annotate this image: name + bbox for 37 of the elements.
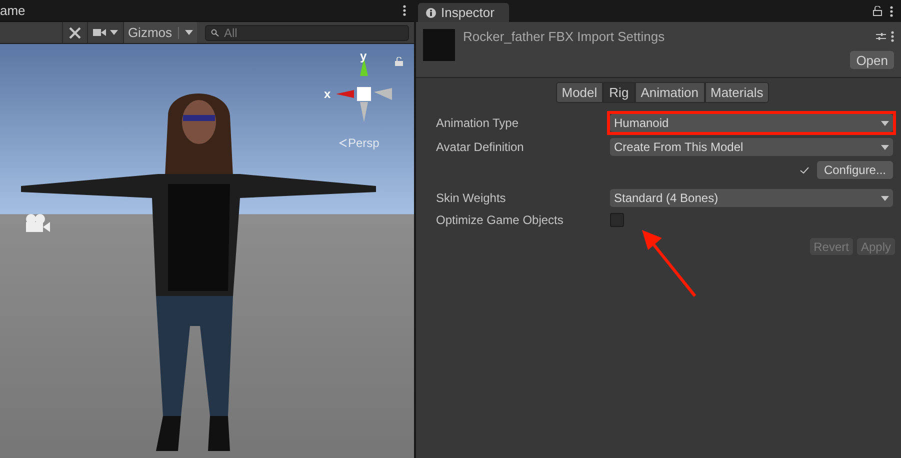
caret-icon [110, 30, 118, 35]
field-label: Optimize Game Objects [436, 214, 564, 226]
open-button[interactable]: Open [850, 51, 894, 69]
asset-thumbnail [423, 29, 455, 61]
rig-tab[interactable]: Animation [634, 82, 704, 103]
caret-icon [881, 144, 889, 150]
rig-tab[interactable]: Rig [603, 82, 635, 103]
x-axis-label: x [324, 88, 331, 100]
field-label: Skin Weights [436, 192, 507, 204]
tab-title[interactable]: ame [0, 4, 26, 17]
tab-title: Inspector [441, 6, 494, 19]
more-options-icon[interactable] [403, 5, 406, 16]
rig-tab[interactable]: Materials [704, 82, 770, 103]
caret-icon [881, 196, 889, 200]
y-axis-label: y [360, 50, 367, 62]
preset-sliders-icon[interactable] [876, 32, 886, 40]
info-icon [426, 8, 436, 18]
caret-icon [185, 30, 193, 35]
checkbox[interactable] [610, 212, 624, 226]
search-icon [211, 28, 220, 36]
asset-title: Rocker_father FBX Import Settings [463, 30, 665, 46]
inspector-tab[interactable]: Inspector [418, 3, 509, 22]
more-options-icon[interactable] [890, 6, 893, 16]
search-field[interactable]: All [205, 24, 409, 40]
more-options-icon[interactable] [891, 30, 894, 42]
caret-icon [881, 120, 889, 126]
field-label: Avatar Definition [436, 141, 525, 153]
gizmos-button[interactable]: Gizmos [122, 22, 197, 43]
rig-tab[interactable]: Model [556, 82, 604, 103]
field-label: Animation Type [436, 117, 520, 129]
camera-icon [92, 28, 106, 37]
configure-button[interactable]: Configure... [816, 161, 893, 179]
dropdown[interactable]: Humanoid [610, 114, 893, 132]
dropdown[interactable]: Create From This Model [610, 138, 893, 156]
chevron-icon [339, 139, 347, 147]
dropdown[interactable]: Standard (4 Bones) [610, 189, 893, 207]
lock-icon[interactable] [873, 6, 882, 16]
